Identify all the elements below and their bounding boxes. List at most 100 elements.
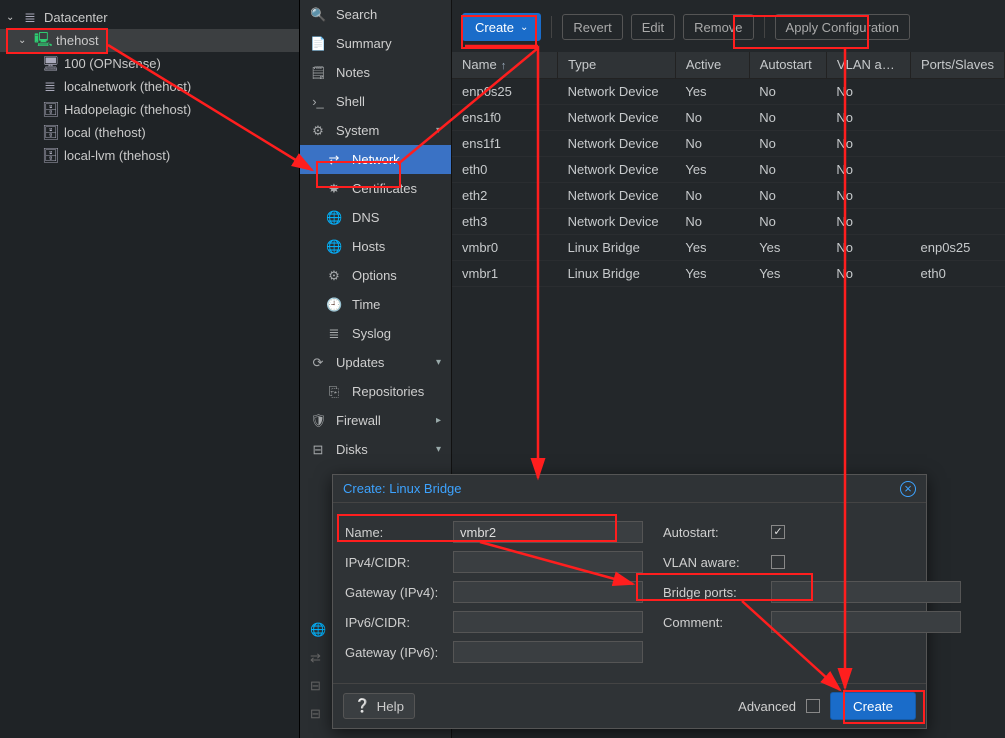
dialog-titlebar[interactable]: Create: Linux Bridge × [333, 475, 926, 503]
cell-type: Network Device [558, 78, 676, 104]
nav-item-options[interactable]: ⚙Options [300, 261, 451, 290]
form-row: Bridge ports: [663, 577, 961, 607]
nav-item-label: Certificates [352, 181, 417, 196]
cell-ports: eth0 [911, 260, 1005, 286]
form-label: Comment: [663, 615, 771, 630]
form-input-name[interactable] [453, 521, 643, 543]
cell-active: Yes [675, 156, 749, 182]
cell-ports: enp0s25 [911, 234, 1005, 260]
nav-item-network[interactable]: ⇄Network [300, 145, 451, 174]
form-input-ipv4cidr[interactable] [453, 551, 643, 573]
form-label: VLAN aware: [663, 555, 771, 570]
col-header-vlan[interactable]: VLAN a… [826, 52, 910, 78]
apply-configuration-button[interactable]: Apply Configuration [775, 14, 910, 40]
nav-item-system[interactable]: ⚙System▾ [300, 116, 451, 145]
col-header-active[interactable]: Active [675, 52, 749, 78]
nav-item-shell[interactable]: ›_Shell [300, 87, 451, 116]
tree-item[interactable]: 🗄local (thehost) [0, 121, 299, 144]
cell-ports [911, 78, 1005, 104]
form-input-bridgeports[interactable] [771, 581, 961, 603]
tree-item[interactable]: ≣localnetwork (thehost) [0, 75, 299, 98]
tree-item[interactable]: 🖥100 (OPNsense) [0, 52, 299, 75]
table-row[interactable]: ens1f1Network DeviceNoNoNo [452, 130, 1005, 156]
tree-item[interactable]: 🗄local-lvm (thehost) [0, 144, 299, 167]
cell-ports [911, 156, 1005, 182]
nav-item-disks[interactable]: ⊟Disks▾ [300, 435, 451, 464]
revert-button[interactable]: Revert [562, 14, 622, 40]
col-header-autostart[interactable]: Autostart [749, 52, 826, 78]
form-label: Gateway (IPv4): [345, 585, 453, 600]
nav-item-firewall[interactable]: 🛡Firewall▸ [300, 406, 451, 435]
table-row[interactable]: ens1f0Network DeviceNoNoNo [452, 104, 1005, 130]
help-button[interactable]: ❔ Help [343, 693, 415, 719]
form-row: Comment: [663, 607, 961, 637]
tree-item-icon: 🖥 [42, 55, 58, 72]
table-row[interactable]: eth0Network DeviceYesNoNo [452, 156, 1005, 182]
nav-item-icon: 📄 [310, 36, 326, 52]
nav-item-icon: 🕘 [326, 297, 342, 313]
nav-item-syslog[interactable]: ≣Syslog [300, 319, 451, 348]
form-checkbox[interactable] [771, 555, 785, 569]
sort-asc-icon: ↑ [501, 60, 507, 72]
cell-ports [911, 130, 1005, 156]
form-label: Bridge ports: [663, 585, 771, 600]
nav-item-updates[interactable]: ⟳Updates▾ [300, 348, 451, 377]
nav-item-certificates[interactable]: ✸ Certificates [300, 174, 451, 203]
cell-autostart: Yes [749, 260, 826, 286]
cell-active: Yes [675, 234, 749, 260]
table-row[interactable]: vmbr0Linux BridgeYesYesNoenp0s25 [452, 234, 1005, 260]
nav-item-label: Shell [336, 94, 365, 109]
tree-item[interactable]: 🗄Hadopelagic (thehost) [0, 98, 299, 121]
table-row[interactable]: eth3Network DeviceNoNoNo [452, 208, 1005, 234]
advanced-checkbox[interactable] [806, 699, 820, 713]
table-row[interactable]: eth2Network DeviceNoNoNo [452, 182, 1005, 208]
create-button[interactable]: Create ⌄ [462, 13, 541, 41]
cell-autostart: No [749, 130, 826, 156]
form-input-ipv6cidr[interactable] [453, 611, 643, 633]
cell-vlan: No [826, 104, 910, 130]
cell-ports [911, 208, 1005, 234]
cell-name: enp0s25 [452, 78, 558, 104]
form-row: Gateway (IPv6): [345, 637, 643, 667]
tree-item-label: localnetwork (thehost) [64, 79, 191, 94]
nav-item-summary[interactable]: 📄Summary [300, 29, 451, 58]
remove-button[interactable]: Remove [683, 14, 753, 40]
nav-item-time[interactable]: 🕘Time [300, 290, 451, 319]
help-button-label: Help [377, 699, 404, 714]
form-input-gatewayipv6[interactable] [453, 641, 643, 663]
cell-type: Network Device [558, 104, 676, 130]
form-checkbox[interactable]: ✓ [771, 525, 785, 539]
col-header-type[interactable]: Type [558, 52, 676, 78]
nav-item-label: Syslog [352, 326, 391, 341]
table-row[interactable]: vmbr1Linux BridgeYesYesNoeth0 [452, 260, 1005, 286]
form-row: VLAN aware: [663, 547, 961, 577]
close-icon[interactable]: × [900, 481, 916, 497]
nav-item-search[interactable]: 🔍Search [300, 0, 451, 29]
cell-name: vmbr1 [452, 260, 558, 286]
cell-name: eth3 [452, 208, 558, 234]
tree-item-label: Hadopelagic (thehost) [64, 102, 191, 117]
cell-name: ens1f1 [452, 130, 558, 156]
cell-vlan: No [826, 208, 910, 234]
col-header-name[interactable]: Name↑ [452, 52, 558, 78]
cell-type: Network Device [558, 130, 676, 156]
col-header-ports[interactable]: Ports/Slaves [911, 52, 1005, 78]
chevron-down-icon: ⌄ [6, 12, 16, 23]
nav-item-icon: ✸ [326, 181, 342, 197]
nav-item-repositories[interactable]: ⎘Repositories [300, 377, 451, 406]
dialog-create-button[interactable]: Create [830, 692, 916, 720]
form-input-gatewayipv4[interactable] [453, 581, 643, 603]
nav-item-dns[interactable]: 🌐DNS [300, 203, 451, 232]
toolbar-separator [764, 16, 765, 38]
table-row[interactable]: enp0s25Network DeviceYesNoNo [452, 78, 1005, 104]
nav-item-hosts[interactable]: 🌐Hosts [300, 232, 451, 261]
nav-item-icon: 🛡 [310, 413, 326, 429]
tree-datacenter[interactable]: ⌄ ≣ Datacenter [0, 6, 299, 29]
nav-item-notes[interactable]: 🗒Notes [300, 58, 451, 87]
tree-host[interactable]: ⌄ 🖳 thehost [0, 29, 299, 52]
nav-item-label: Hosts [352, 239, 385, 254]
cell-vlan: No [826, 182, 910, 208]
form-input-comment[interactable] [771, 611, 961, 633]
nav-cutoff-icon: ⇄ [310, 644, 326, 672]
edit-button[interactable]: Edit [631, 14, 675, 40]
